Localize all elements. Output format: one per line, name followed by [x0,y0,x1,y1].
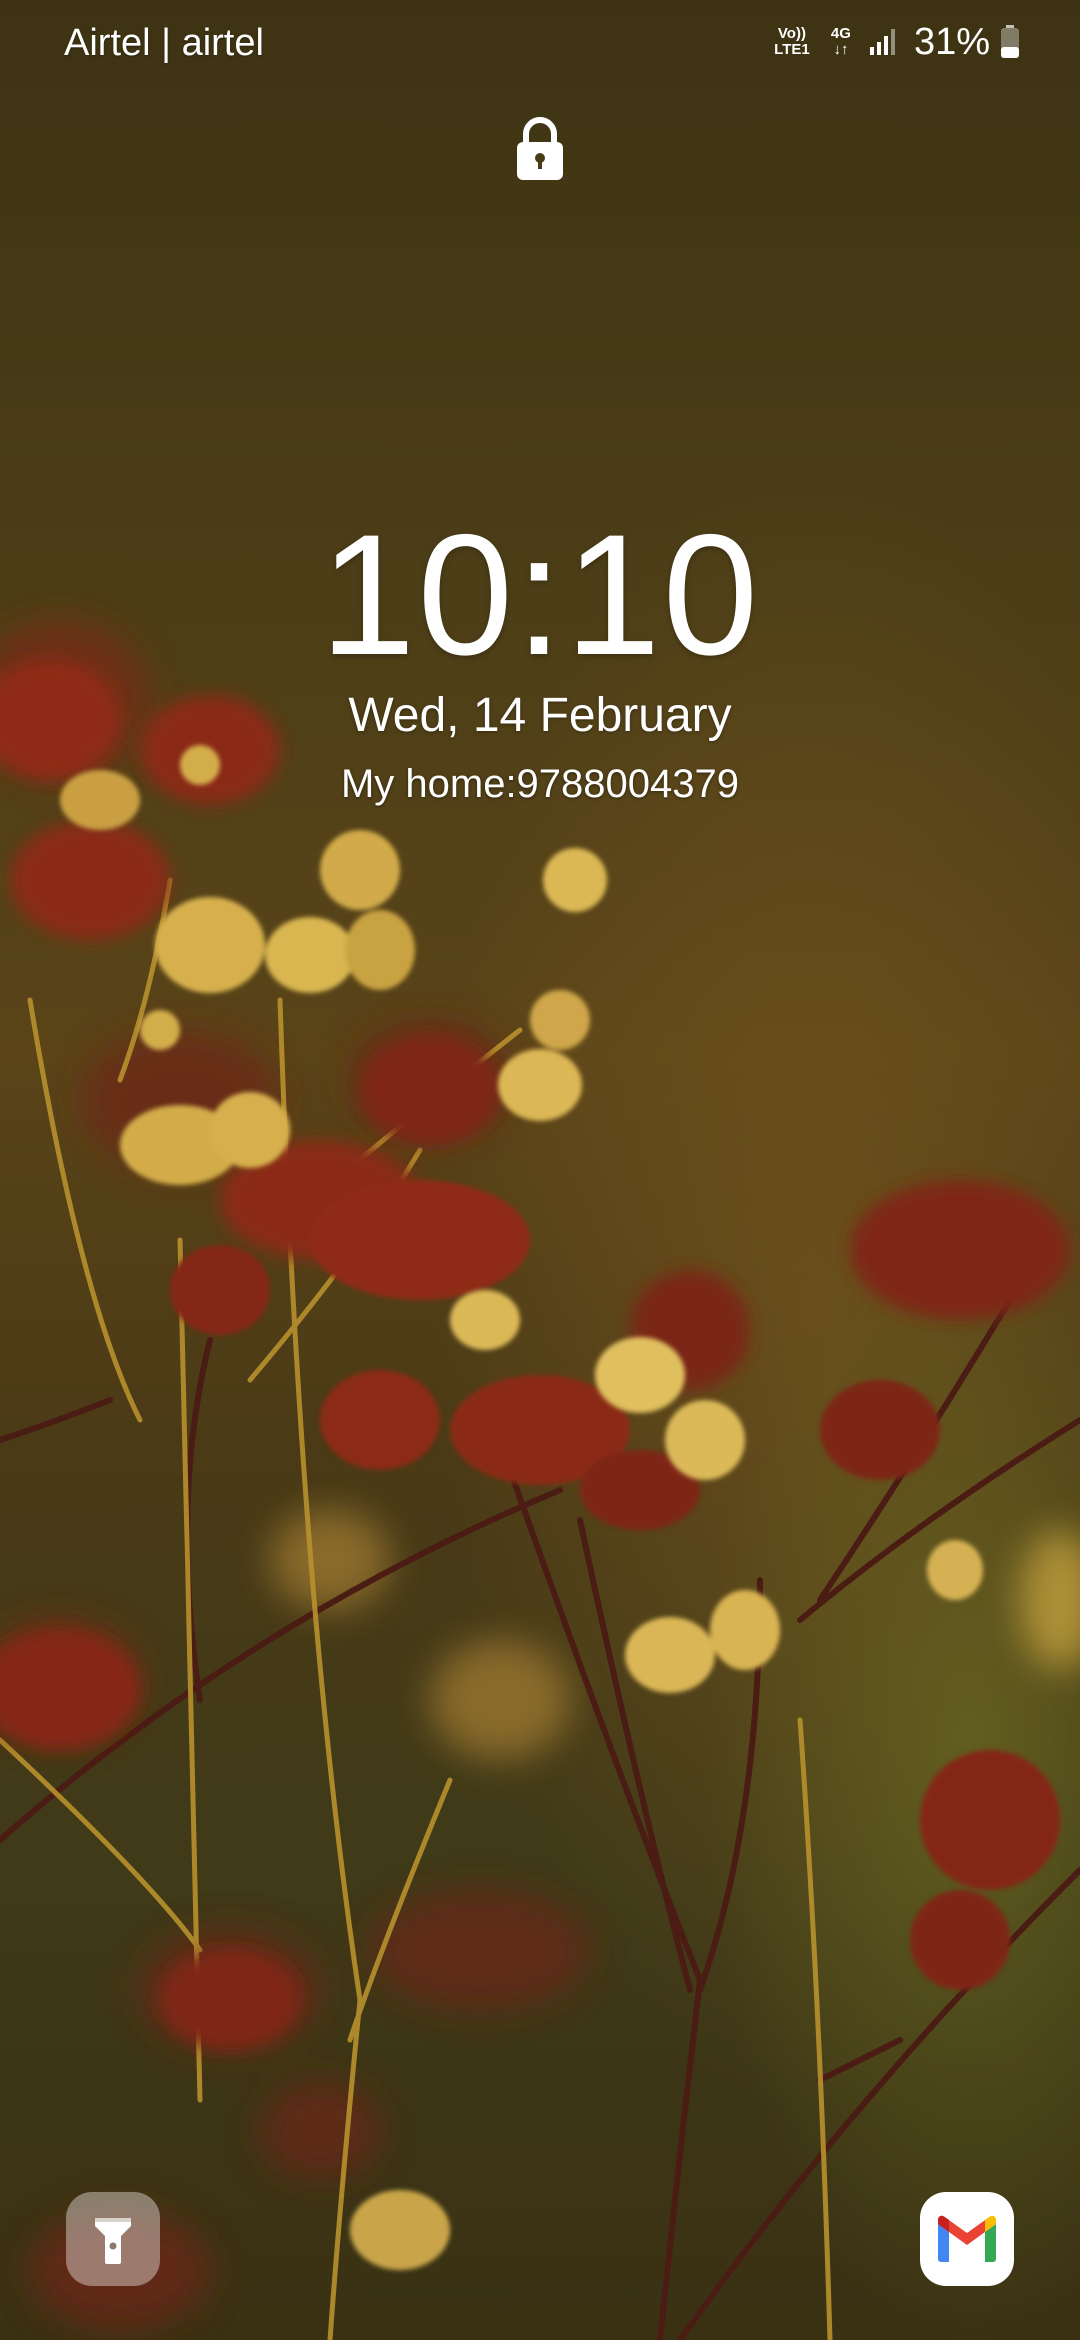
padlock-icon[interactable] [514,114,566,184]
battery-percent: 31% [913,21,990,63]
data-arrows-icon: ↓↑ [833,41,849,58]
volte-label-top: Vo)) [777,25,806,42]
wallpaper-image [0,0,1080,2340]
battery-icon [1001,25,1019,58]
status-icons: Vo)) LTE1 4G ↓↑ 31% [770,14,1020,70]
flashlight-shortcut-button[interactable] [66,2192,160,2286]
carrier-name: Airtel | airtel [64,22,264,64]
status-bar: Airtel | airtel Vo)) LTE1 4G ↓↑ 31% [0,0,1080,90]
gmail-icon [938,2215,996,2262]
signal-icon [869,29,895,55]
owner-info-text: My home:9788004379 [340,762,740,806]
volte-icon: Vo)) LTE1 [770,26,814,58]
lock-screen: Airtel | airtel Vo)) LTE1 4G ↓↑ 31% 10:1… [0,0,1080,2340]
4g-data-icon: 4G ↓↑ [824,26,858,58]
flashlight-icon [95,2218,131,2264]
gmail-shortcut-button[interactable] [920,2192,1014,2286]
network-type-label: 4G [830,25,851,42]
volte-label-bottom: LTE1 [774,41,810,58]
lock-screen-date: Wed, 14 February [348,689,732,742]
lock-screen-clock: 10:10 [319,499,761,691]
